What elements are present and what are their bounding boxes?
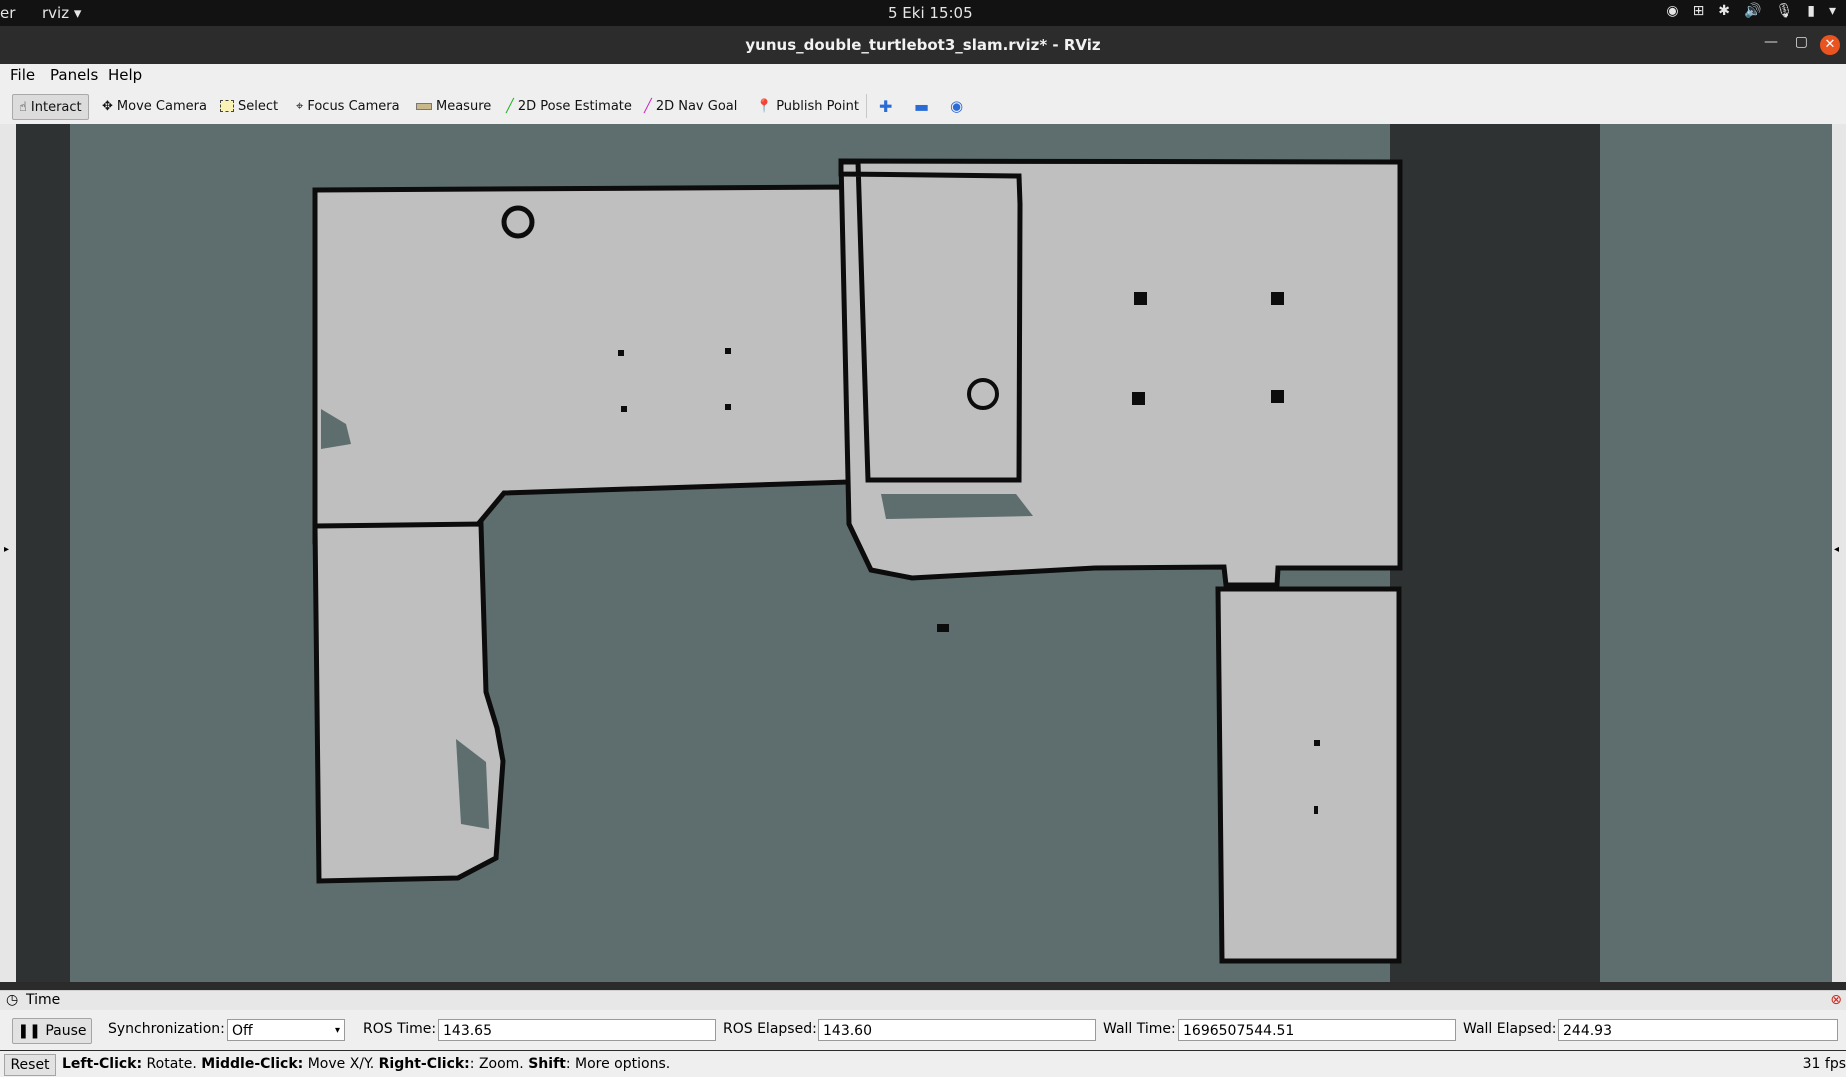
ros-time-label: ROS Time:	[363, 1021, 437, 1037]
fps-counter: 31 fps	[1802, 1056, 1846, 1072]
minus-icon: ▬	[914, 96, 930, 116]
ros-elapsed-label: ROS Elapsed:	[723, 1021, 817, 1037]
map-pillar-2	[1271, 292, 1284, 305]
map-room-lower-right	[1215, 586, 1402, 964]
chevron-down-icon[interactable]: ▾	[1829, 3, 1836, 19]
ruler-icon	[416, 102, 432, 110]
map-room-upper-left	[312, 184, 852, 547]
status-hint: Left-Click: Rotate. Middle-Click: Move X…	[62, 1056, 670, 1072]
pause-icon: ❚❚	[17, 1023, 41, 1039]
interact-label: Interact	[30, 99, 82, 115]
status-bar: Reset Left-Click: Rotate. Middle-Click: …	[0, 1051, 1846, 1077]
select-box-icon	[220, 100, 234, 112]
magenta-arrow-icon: ╱	[644, 98, 652, 114]
select-label: Select	[238, 98, 279, 114]
pause-label: Pause	[45, 1023, 87, 1039]
ros-time-field[interactable]: 143.65	[438, 1019, 716, 1041]
bluetooth-icon[interactable]: ✱	[1718, 3, 1730, 19]
hint-middle-text: Move X/Y.	[303, 1056, 379, 1072]
right-panel-collapse[interactable]: ◂	[1832, 124, 1846, 982]
hint-right-text: : Zoom.	[469, 1056, 529, 1072]
sync-value: Off	[232, 1023, 253, 1039]
menu-bar: File Panels Help	[0, 64, 1846, 88]
time-panel-header: ◷ Time ⊗	[0, 990, 1846, 1011]
menu-file[interactable]: File	[10, 66, 35, 84]
map-pillar-3	[1132, 392, 1145, 405]
clock[interactable]: 5 Eki 15:05	[888, 4, 973, 22]
select-tool[interactable]: Select	[220, 94, 278, 118]
publish-point-label: Publish Point	[776, 98, 859, 114]
eye-icon: ◉	[950, 97, 964, 115]
network-icon[interactable]: ⊞	[1693, 3, 1705, 19]
reset-button[interactable]: Reset	[4, 1054, 56, 1076]
move-camera-tool[interactable]: ✥ Move Camera	[102, 94, 207, 118]
nav-goal-label: 2D Nav Goal	[655, 98, 738, 114]
topbar-left-fragment: er	[0, 4, 16, 22]
focus-camera-label: Focus Camera	[307, 98, 400, 114]
system-tray[interactable]: ◉ ⊞ ✱ 🔊 🎙 ▮ ▾	[1666, 3, 1836, 19]
chrome-icon[interactable]: ◉	[1666, 3, 1678, 19]
wall-time-field[interactable]: 1696507544.51	[1178, 1019, 1456, 1041]
move-icon: ✥	[102, 98, 113, 114]
move-camera-label: Move Camera	[116, 98, 207, 114]
nav-goal-tool[interactable]: ╱ 2D Nav Goal	[644, 94, 737, 118]
tool-bar: ☝ Interact ✥ Move Camera Select ⌖ Focus Cam…	[0, 88, 1846, 125]
map-pillar-4	[1271, 390, 1284, 403]
app-menu[interactable]: rviz ▾	[42, 4, 81, 22]
hint-right-click: Right-Click:	[378, 1056, 470, 1072]
hint-shift: Shift	[528, 1056, 566, 1072]
focus-camera-tool[interactable]: ⌖ Focus Camera	[296, 94, 400, 118]
hint-middle-click: Middle-Click:	[201, 1056, 304, 1072]
wall-elapsed-label: Wall Elapsed:	[1463, 1021, 1557, 1037]
minimize-icon[interactable]: —	[1764, 34, 1778, 50]
window-title: yunus_double_turtlebot3_slam.rviz* - RVi…	[745, 36, 1101, 54]
occupancy-grid-map[interactable]	[16, 124, 1832, 982]
hint-left-text: Rotate.	[142, 1056, 202, 1072]
hint-shift-text: : More options.	[565, 1056, 671, 1072]
map-inner-room-frame	[838, 159, 1023, 483]
time-panel-title: Time	[26, 992, 61, 1008]
hint-left-click: Left-Click:	[62, 1056, 143, 1072]
menu-panels[interactable]: Panels	[50, 66, 98, 84]
map-pillar-1	[1134, 292, 1147, 305]
chevron-right-icon: ◂	[1834, 544, 1840, 555]
wall-time-label: Wall Time:	[1103, 1021, 1176, 1037]
interact-tool[interactable]: ☝ Interact	[12, 94, 89, 120]
window-titlebar: yunus_double_turtlebot3_slam.rviz* - RVi…	[0, 26, 1846, 64]
ros-elapsed-field[interactable]: 143.60	[818, 1019, 1096, 1041]
chevron-left-icon: ▸	[4, 544, 10, 555]
chevron-down-icon: ▾	[334, 1025, 340, 1036]
map-pin-icon: 📍	[756, 98, 773, 114]
pause-button[interactable]: ❚❚ Pause	[12, 1018, 92, 1044]
system-top-bar: er rviz ▾ 5 Eki 15:05 ◉ ⊞ ✱ 🔊 🎙 ▮ ▾	[0, 0, 1846, 26]
measure-label: Measure	[436, 98, 492, 114]
volume-icon[interactable]: 🔊	[1744, 3, 1761, 19]
sync-label: Synchronization:	[108, 1021, 225, 1037]
maximize-icon[interactable]: ▢	[1795, 34, 1808, 50]
remove-tool-button[interactable]: ▬	[914, 94, 929, 118]
green-arrow-icon: ╱	[506, 98, 514, 114]
add-tool-button[interactable]: ✚	[866, 94, 892, 118]
sync-select[interactable]: Off ▾	[227, 1019, 345, 1041]
clock-icon: ◷	[6, 992, 19, 1008]
time-panel: ❚❚ Pause Synchronization: Off ▾ ROS Time…	[0, 1010, 1846, 1050]
hand-icon: ☝	[19, 99, 27, 115]
close-icon[interactable]: ✕	[1820, 35, 1840, 55]
wall-elapsed-field[interactable]: 244.93	[1558, 1019, 1838, 1041]
plus-icon: ✚	[879, 96, 893, 116]
map-room-lower-left	[312, 521, 506, 884]
left-panel-collapse[interactable]: ▸	[0, 124, 16, 982]
close-panel-icon[interactable]: ⊗	[1830, 992, 1842, 1008]
measure-tool[interactable]: Measure	[416, 94, 491, 118]
menu-help[interactable]: Help	[108, 66, 142, 84]
pose-estimate-label: 2D Pose Estimate	[517, 98, 632, 114]
microphone-icon[interactable]: 🎙	[1775, 3, 1793, 19]
pose-estimate-tool[interactable]: ╱ 2D Pose Estimate	[506, 94, 632, 118]
tool-properties-button[interactable]: ◉	[950, 94, 963, 118]
crosshair-icon: ⌖	[296, 98, 304, 114]
publish-point-tool[interactable]: 📍 Publish Point	[756, 94, 859, 118]
3d-render-viewport[interactable]	[16, 124, 1832, 982]
battery-icon[interactable]: ▮	[1807, 3, 1815, 19]
